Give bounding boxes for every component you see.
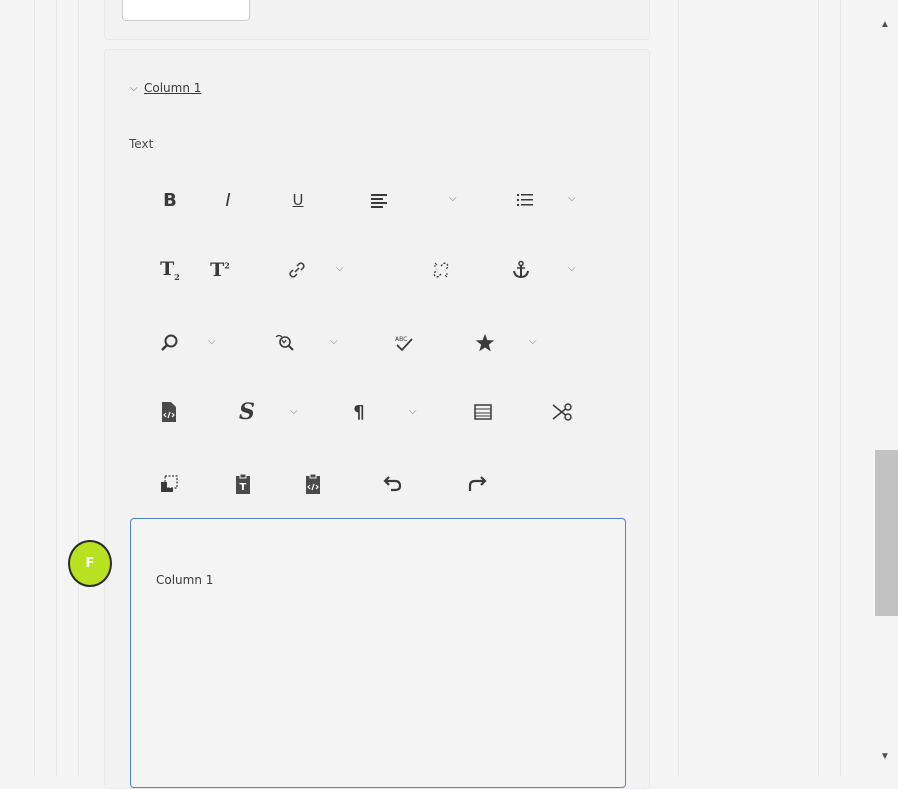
italic-icon: I [225, 189, 231, 211]
undo-button[interactable] [380, 470, 406, 498]
vertical-scrollbar[interactable]: ▲ ▼ [872, 0, 898, 776]
anchor-icon [513, 260, 529, 279]
star-icon [475, 333, 495, 352]
unlink-icon [433, 262, 449, 278]
section-header-column-1[interactable]: ⌵ Column 1 [130, 78, 201, 98]
badge-label: F [85, 556, 95, 571]
scrollbar-thumb[interactable] [875, 450, 898, 616]
scissors-icon [552, 403, 572, 421]
chevron-down-icon: ⌵ [130, 82, 138, 94]
styles-icon: S [239, 399, 255, 425]
link-button[interactable] [284, 256, 310, 284]
paste-source-icon [306, 473, 320, 494]
find-dropdown-chevron-icon[interactable]: ⌵ [208, 336, 216, 347]
align-icon [371, 194, 387, 208]
scroll-up-arrow-icon[interactable]: ▲ [872, 14, 898, 34]
unlink-button[interactable] [428, 256, 454, 284]
rich-text-editor[interactable]: Column 1 [130, 518, 626, 788]
italic-button[interactable]: I [216, 186, 240, 214]
superscript-icon: T2 [210, 259, 230, 281]
special-chars-button[interactable] [470, 329, 500, 357]
bold-button[interactable]: B [158, 186, 182, 214]
styles-button[interactable]: S [232, 398, 262, 426]
find-replace-icon [275, 334, 294, 351]
find-button[interactable] [156, 329, 182, 357]
copy-icon [161, 475, 178, 492]
copy-button[interactable] [156, 470, 182, 498]
spellcheck-icon: ABC [395, 336, 413, 352]
bold-icon: B [163, 189, 177, 211]
special-chars-dropdown-chevron-icon[interactable]: ⌵ [529, 336, 537, 347]
scroll-down-arrow-icon[interactable]: ▼ [872, 746, 898, 766]
anchor-button[interactable] [508, 256, 534, 284]
spellcheck-button[interactable]: ABC [390, 329, 418, 357]
f-badge: F [68, 540, 112, 587]
table-button[interactable] [470, 398, 496, 426]
editor-content[interactable]: Column 1 [156, 573, 213, 587]
redo-button[interactable] [464, 470, 490, 498]
styles-dropdown-chevron-icon[interactable]: ⌵ [290, 406, 298, 417]
svg-text:ABC: ABC [395, 336, 407, 343]
paste-source-button[interactable] [300, 470, 326, 498]
align-button[interactable] [366, 186, 392, 214]
find-replace-button[interactable] [270, 329, 298, 357]
paragraph-dropdown-chevron-icon[interactable]: ⌵ [409, 406, 417, 417]
list-button[interactable] [512, 186, 538, 214]
link-dropdown-chevron-icon[interactable]: ⌵ [336, 263, 344, 274]
anchor-dropdown-chevron-icon[interactable]: ⌵ [568, 263, 576, 274]
link-icon [289, 262, 305, 278]
source-edit-button[interactable] [156, 398, 182, 426]
subscript-button[interactable]: T2 [156, 256, 184, 284]
superscript-button[interactable]: T2 [206, 256, 234, 284]
source-icon [162, 402, 176, 422]
undo-icon [383, 476, 402, 492]
pilcrow-icon: ¶ [353, 401, 365, 423]
svg-text:T: T [240, 482, 247, 493]
underline-button[interactable]: U [286, 186, 310, 214]
redo-icon [468, 476, 487, 491]
previous-input-field[interactable] [122, 0, 250, 21]
underline-icon: U [292, 191, 304, 209]
cut-button[interactable] [548, 398, 576, 426]
align-dropdown-chevron-icon[interactable]: ⌵ [449, 193, 457, 204]
find-replace-dropdown-chevron-icon[interactable]: ⌵ [330, 336, 338, 347]
list-icon [517, 194, 533, 206]
paste-text-button[interactable]: T [230, 470, 256, 498]
list-dropdown-chevron-icon[interactable]: ⌵ [568, 193, 576, 204]
section-title[interactable]: Column 1 [144, 81, 201, 95]
paste-text-icon: T [236, 473, 250, 494]
search-icon [161, 334, 178, 351]
subscript-icon: T2 [160, 258, 180, 282]
table-icon [474, 404, 492, 420]
text-field-label: Text [129, 137, 154, 151]
paragraph-button[interactable]: ¶ [346, 398, 372, 426]
